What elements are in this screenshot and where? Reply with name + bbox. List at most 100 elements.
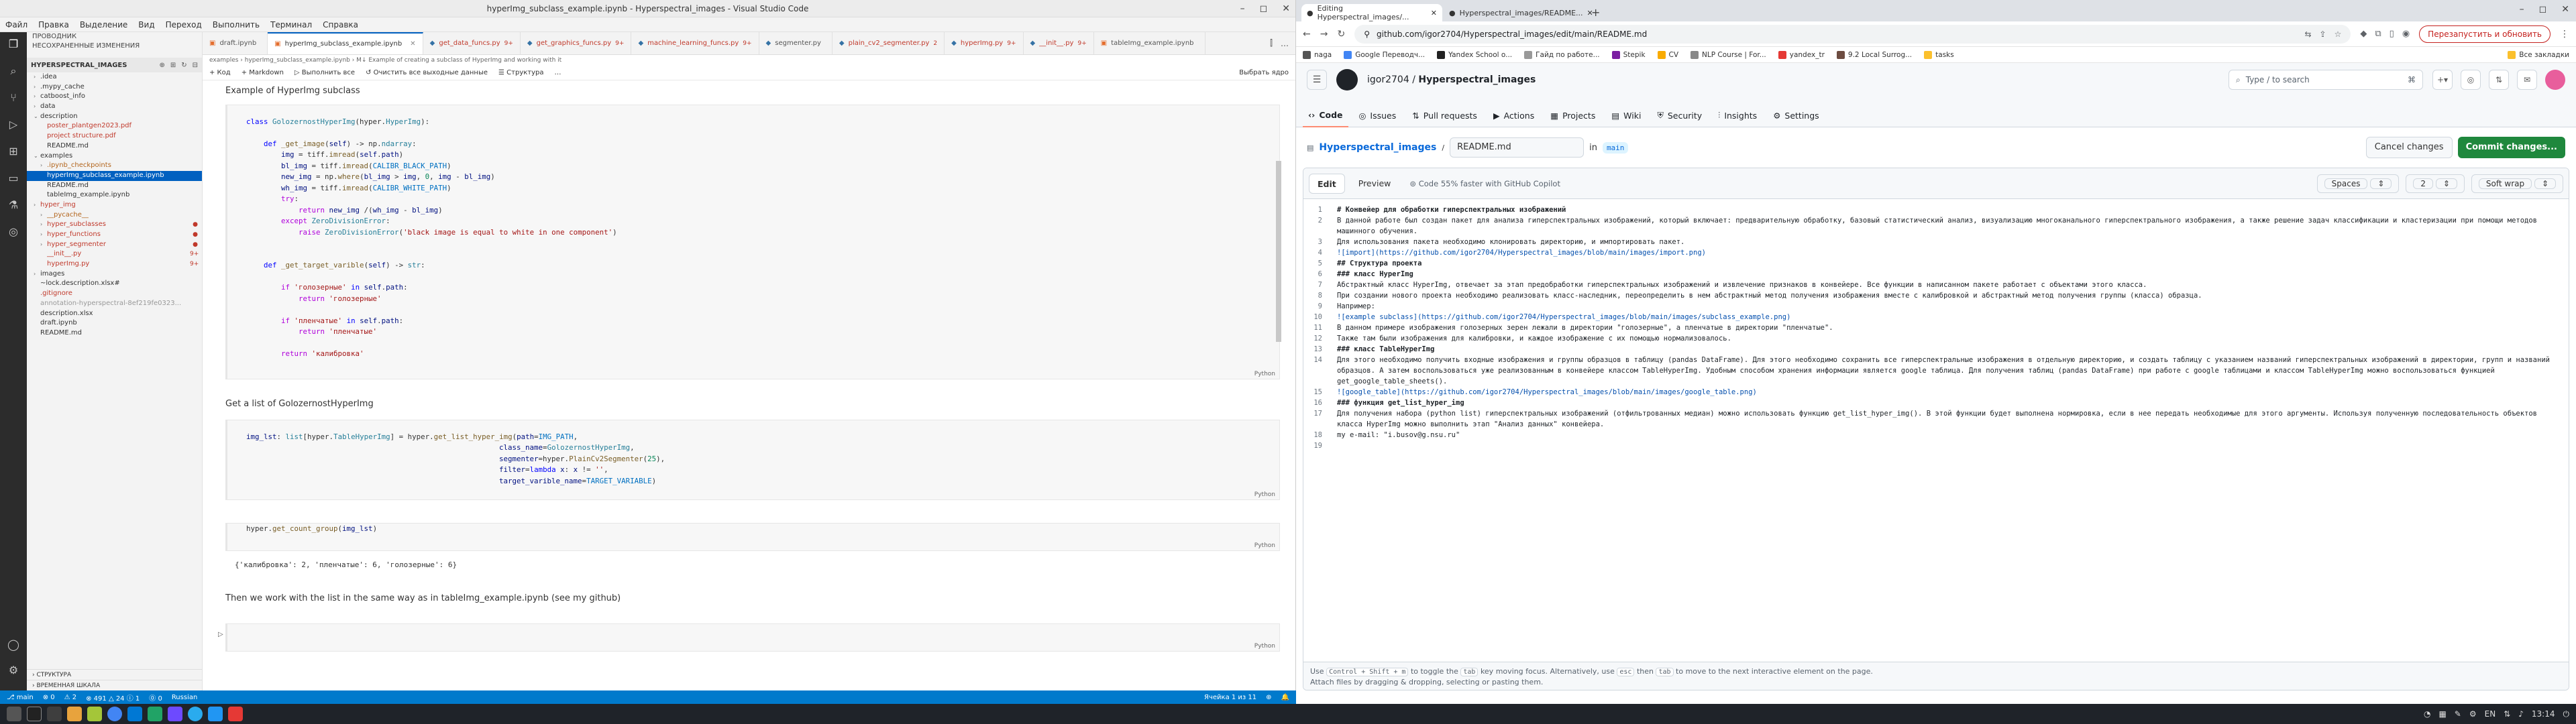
bookmark-item[interactable]: NLP Course | For... — [1690, 50, 1766, 59]
source-control-icon[interactable]: ⑂ — [7, 91, 20, 105]
markdown-cell[interactable]: Get a list of GolozernostHyperImg — [225, 399, 374, 409]
code-cell[interactable]: class GolozernostHyperImg(hyper.HyperImg… — [225, 105, 1280, 379]
minimize-button[interactable]: – — [2520, 4, 2524, 15]
editor-tab[interactable]: ▣ tableImg_example.ipynb — [1094, 32, 1205, 54]
explorer-icon[interactable]: ❐ — [7, 38, 20, 51]
tree-item[interactable]: › .mypy_cache — [27, 82, 202, 93]
reload-icon[interactable]: ↻ — [1337, 29, 1345, 40]
commit-changes-button[interactable]: Commit changes... — [2457, 137, 2565, 158]
spell-language[interactable]: Russian — [172, 694, 198, 701]
files-icon[interactable] — [67, 707, 82, 721]
menu-run[interactable]: Выполнить — [213, 20, 260, 29]
tray-icon[interactable]: ◔ — [2424, 709, 2430, 719]
tab-insights[interactable]: ⫶ Insights — [1713, 103, 1762, 127]
power-icon[interactable]: ⏻ — [2563, 709, 2570, 719]
issues-icon[interactable]: ◎ — [2461, 70, 2481, 90]
bookmark-item[interactable]: Google Переводч... — [1344, 50, 1425, 59]
account-icon[interactable]: ◯ — [7, 638, 20, 652]
maximize-button[interactable]: ◻ — [2539, 4, 2547, 15]
minimize-button[interactable]: – — [1240, 0, 1245, 17]
tree-item[interactable]: › hyper_segmenter ● — [27, 240, 202, 250]
extensions-icon[interactable]: ⊞ — [7, 145, 20, 158]
refresh-icon[interactable]: ↻ — [181, 62, 186, 69]
tab-actions[interactable]: ▶ Actions — [1488, 103, 1540, 127]
breadcrumb[interactable]: examples › hyperImg_subclass_example.ipy… — [203, 55, 1295, 66]
tab-issues[interactable]: ◎ Issues — [1354, 103, 1402, 127]
tray-icon[interactable]: ▦ — [2438, 709, 2446, 719]
start-menu-icon[interactable] — [7, 707, 21, 721]
tree-item[interactable]: hyperImg_subclass_example.ipynb — [27, 170, 202, 181]
github-logo-icon[interactable] — [1336, 69, 1358, 90]
copilot-hint[interactable]: ⊚ Code 55% faster with GitHub Copilot — [1409, 179, 1560, 188]
desktop-icon[interactable] — [47, 707, 62, 721]
bookmark-item[interactable]: Yandex School o... — [1437, 50, 1512, 59]
tab-preview[interactable]: Preview — [1350, 174, 1399, 194]
markdown-cell[interactable]: Then we work with the list in the same w… — [225, 593, 621, 603]
run-cell-icon[interactable]: ▷ — [218, 631, 223, 638]
filename-input[interactable]: README.md — [1450, 137, 1585, 158]
editor-tab[interactable]: ◆ get_graphics_funcs.py 9+ — [521, 32, 632, 54]
repo-owner[interactable]: igor2704 — [1367, 74, 1409, 85]
ports-indicator[interactable]: ⓪ 0 — [149, 692, 162, 703]
bookmark-item[interactable]: naga — [1303, 50, 1332, 59]
cell-language[interactable]: Python — [1254, 643, 1275, 650]
unsaved-changes-section[interactable]: НЕСОХРАНЕННЫЕ ИЗМЕНЕНИЯ — [32, 42, 197, 51]
terminal-icon[interactable] — [27, 707, 42, 721]
tree-item[interactable]: › hyper_subclasses ● — [27, 220, 202, 230]
chrome-tab[interactable]: ● Hyperspectral_images/README... ✕ — [1444, 4, 1593, 21]
bookmark-item[interactable]: Гайд по работе... — [1524, 50, 1600, 59]
cell-language[interactable]: Python — [1254, 542, 1275, 549]
remote-icon[interactable]: ▭ — [7, 172, 20, 185]
project-header[interactable]: HYPERSPECTRAL_IMAGES ⊕ ⊞ ↻ ⊟ — [27, 58, 202, 72]
cancel-changes-button[interactable]: Cancel changes — [2365, 137, 2453, 158]
menu-terminal[interactable]: Терминал — [270, 20, 312, 29]
add-markdown-button[interactable]: + Markdown — [241, 69, 284, 76]
tree-item[interactable]: › catboost_info — [27, 92, 202, 102]
app-icon[interactable] — [208, 707, 223, 721]
editor-tab[interactable]: ◆ hyperImg.py 9+ — [945, 32, 1024, 54]
gear-icon[interactable]: ⚙ — [7, 664, 20, 677]
chrome-icon[interactable] — [107, 707, 122, 721]
problems-indicator[interactable]: ⊗ 491 △ 24 ⓘ 1 — [86, 692, 140, 703]
cell-position[interactable]: Ячейка 1 из 11 — [1204, 694, 1256, 701]
keyboard-language[interactable]: EN — [2485, 709, 2496, 719]
tree-item[interactable]: › .idea — [27, 72, 202, 82]
bookmark-item[interactable]: CV — [1657, 50, 1678, 59]
search-icon[interactable]: ⌕ — [7, 64, 20, 78]
bell-icon[interactable]: 🔔 — [1281, 694, 1289, 701]
attach-files-hint[interactable]: Attach files by dragging & dropping, sel… — [1310, 677, 2562, 687]
telegram-icon[interactable] — [188, 707, 203, 721]
select-kernel-button[interactable]: Выбрать ядро — [1239, 69, 1289, 76]
more-button[interactable]: … — [555, 69, 561, 76]
branch-indicator[interactable]: ⎇ main — [7, 694, 34, 701]
create-new-icon[interactable]: +▾ — [2432, 70, 2453, 90]
bookmark-item[interactable]: Stepik — [1611, 50, 1646, 59]
clock[interactable]: 13:14 — [2532, 709, 2555, 719]
tab-code[interactable]: ‹› Code — [1303, 103, 1348, 127]
back-icon[interactable]: ← — [1303, 29, 1311, 40]
run-debug-icon[interactable]: ▷ — [7, 118, 20, 131]
bookmark-item[interactable]: 9.2 Local Surrog... — [1836, 50, 1912, 59]
indent-size-select[interactable]: 2 ⇕ — [2406, 174, 2465, 193]
tray-icon[interactable]: ✎ — [2455, 709, 2461, 719]
maximize-button[interactable]: ◻ — [1260, 0, 1268, 17]
tab-pull-requests[interactable]: ⇅ Pull requests — [1407, 103, 1483, 127]
new-folder-icon[interactable]: ⊞ — [170, 62, 176, 69]
tree-item[interactable]: ⌄ description — [27, 112, 202, 122]
menu-file[interactable]: Файл — [5, 20, 28, 29]
menu-edit[interactable]: Правка — [38, 20, 69, 29]
volume-icon[interactable]: ♪ — [2518, 709, 2524, 719]
address-bar[interactable]: ⚲ github.com/igor2704/Hyperspectral_imag… — [1354, 24, 2351, 44]
tree-item[interactable]: README.md — [27, 328, 202, 339]
spreadsheet-icon[interactable] — [87, 707, 102, 721]
wrap-mode-select[interactable]: Soft wrap ⇕ — [2471, 174, 2563, 193]
indent-mode-select[interactable]: Spaces ⇕ — [2316, 174, 2400, 193]
cell-language[interactable]: Python — [1254, 491, 1275, 498]
tab-wiki[interactable]: ▤ Wiki — [1606, 103, 1646, 127]
tree-item[interactable]: annotation-hyperspectral-8ef219fe0323... — [27, 299, 202, 309]
tree-item[interactable]: › .ipynb_checkpoints — [27, 161, 202, 171]
menu-selection[interactable]: Выделение — [80, 20, 127, 29]
warnings-indicator[interactable]: ⚠ 2 — [64, 694, 77, 701]
add-code-button[interactable]: + Код — [209, 69, 231, 76]
app-icon[interactable] — [168, 707, 182, 721]
